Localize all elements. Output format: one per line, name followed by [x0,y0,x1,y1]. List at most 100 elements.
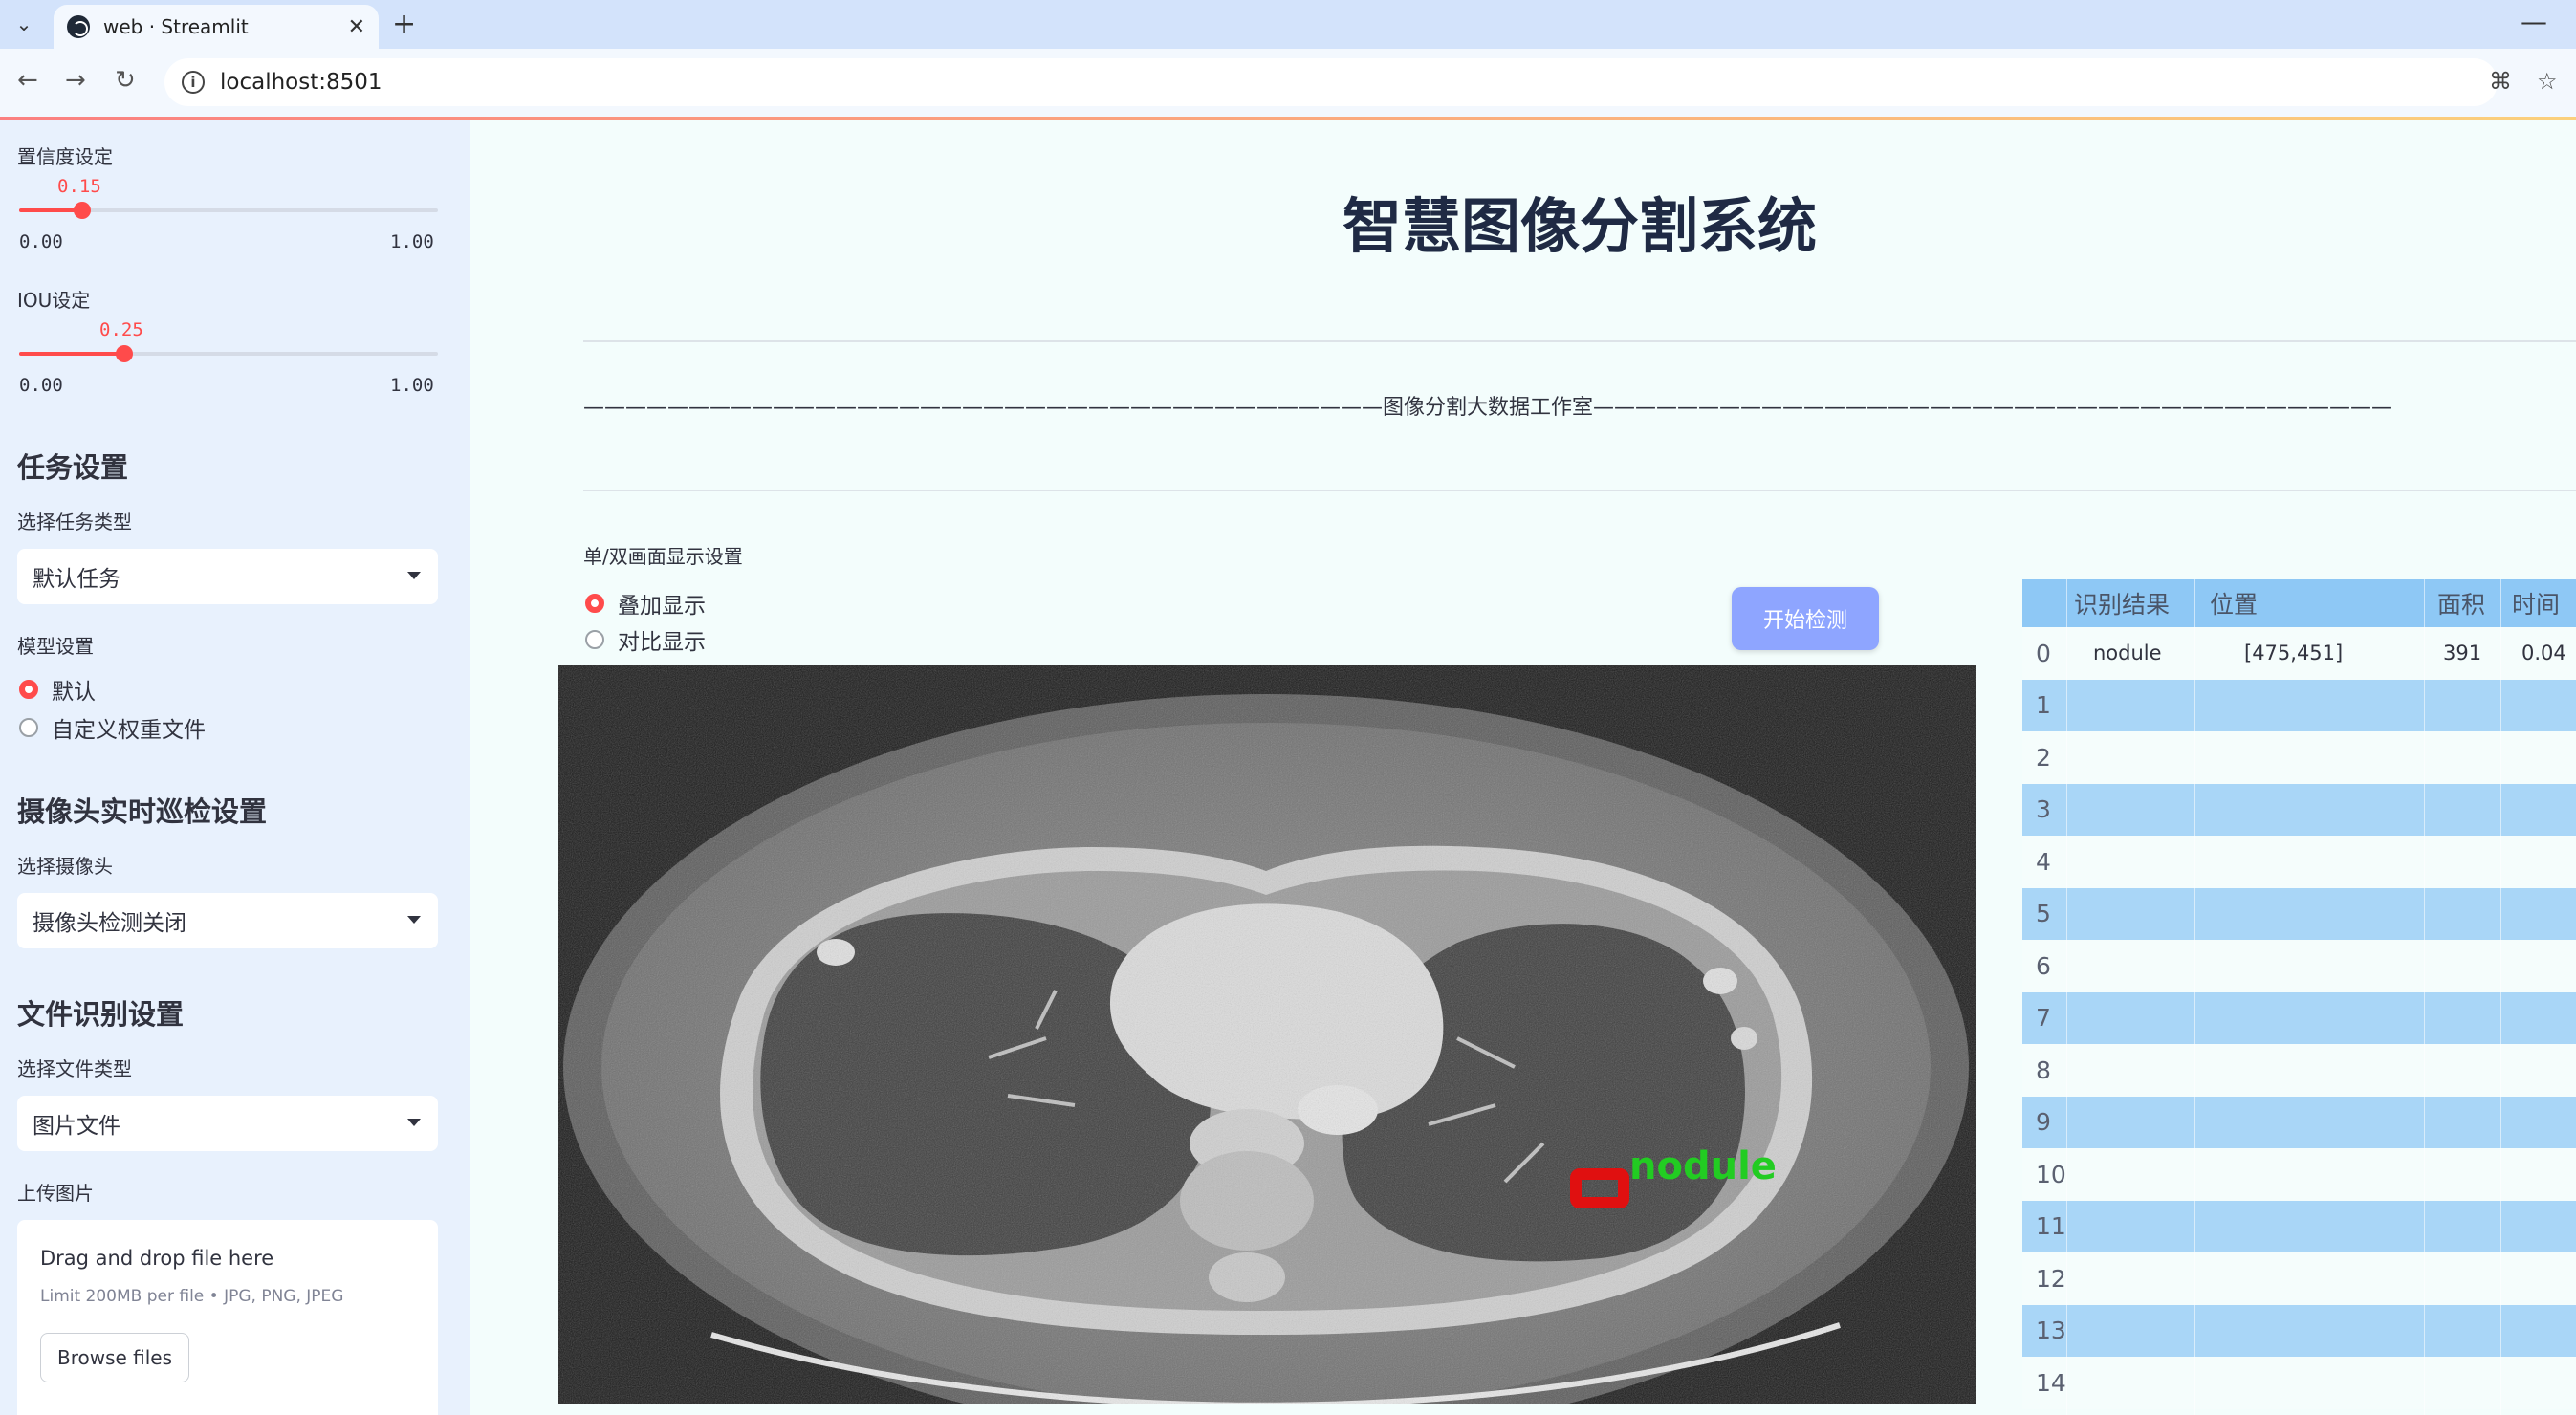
chevron-down-icon [407,916,421,924]
confidence-slider[interactable] [19,202,438,219]
row-index: 2 [2036,743,2051,772]
start-detection-button[interactable]: 开始检测 [1732,587,1879,650]
row-index: 8 [2036,1056,2051,1084]
table-row[interactable]: 14 [2022,1357,2576,1409]
table-row[interactable]: 7 [2022,991,2576,1044]
display-mode-label: 单/双画面显示设置 [583,545,743,568]
new-tab-icon[interactable]: + [392,8,416,41]
display-option-compare[interactable]: 对比显示 [585,623,706,656]
row-index: 7 [2036,1004,2051,1033]
minimize-window-icon[interactable]: — [2521,6,2547,37]
iou-slider-fill [19,352,124,356]
iou-value: 0.25 [99,319,143,340]
camera-select[interactable]: 摄像头检测关闭 [17,893,438,948]
column-header-area[interactable]: 面积 [2437,579,2485,627]
confidence-value: 0.15 [57,176,101,197]
confidence-max: 1.00 [390,231,434,252]
site-info-icon[interactable]: i [182,71,205,94]
confidence-min: 0.00 [19,231,63,252]
drag-drop-text: Drag and drop file here [40,1247,274,1270]
translate-icon[interactable]: ⌘ [2489,68,2512,95]
camera-select-label: 选择摄像头 [17,855,113,878]
file-type-label: 选择文件类型 [17,1057,132,1080]
model-option-default[interactable]: 默认 [19,673,96,706]
upload-limit-text: Limit 200MB per file • JPG, PNG, JPEG [40,1287,344,1306]
file-type-value: 图片文件 [33,1114,120,1139]
row-index: 12 [2036,1264,2066,1293]
iou-slider[interactable] [19,345,438,362]
table-row[interactable]: 4 [2022,836,2576,888]
table-row[interactable]: 2 [2022,731,2576,784]
row-index: 4 [2036,847,2051,876]
confidence-label: 置信度设定 [17,145,113,168]
model-settings-label: 模型设置 [17,635,94,658]
task-type-value: 默认任务 [33,567,120,592]
table-header-row: 识别结果 位置 面积 时间 [2022,579,2576,627]
ct-scan-image: nodule [558,665,1976,1404]
model-option-custom[interactable]: 自定义权重文件 [19,711,206,744]
bookmark-star-icon[interactable]: ☆ [2537,68,2558,95]
row-index: 5 [2036,900,2051,928]
cell-time: 0.04 [2521,642,2566,665]
back-icon[interactable]: ← [17,66,38,95]
display-option-label: 叠加显示 [618,594,706,619]
cell-result: nodule [2093,642,2162,665]
model-option-label: 默认 [52,680,96,705]
radio-unselected-icon[interactable] [585,630,604,649]
column-divider [2194,579,2195,1415]
table-row[interactable]: 12 [2022,1252,2576,1305]
ct-scan-drawing: nodule [558,665,1976,1404]
browser-tab[interactable]: web · Streamlit ✕ [54,5,379,49]
table-row[interactable]: 0 nodule [475,451] 391 0.04 [2022,627,2576,680]
main-content: 智慧图像分割系统 ———————————————————————————————… [470,120,2576,1415]
display-option-label: 对比显示 [618,630,706,655]
table-row[interactable]: 6 [2022,940,2576,992]
tab-list-dropdown-icon[interactable]: ⌄ [10,10,38,38]
confidence-slider-fill [19,208,82,212]
column-header-position[interactable]: 位置 [2210,579,2258,627]
task-settings-heading: 任务设置 [17,451,129,484]
reload-icon[interactable]: ↻ [115,66,136,95]
sidebar: 置信度设定 0.15 0.00 1.00 IOU设定 0.25 0.00 1.0… [0,120,470,1415]
table-row[interactable]: 3 [2022,783,2576,836]
row-index: 14 [2036,1368,2066,1397]
row-index: 1 [2036,691,2051,720]
column-header-result[interactable]: 识别结果 [2074,579,2170,627]
upload-label: 上传图片 [17,1182,94,1205]
column-header-time[interactable]: 时间 [2512,579,2560,627]
table-row[interactable]: 13 [2022,1304,2576,1357]
table-row[interactable]: 1 [2022,679,2576,731]
confidence-slider-thumb[interactable] [73,202,91,219]
table-row[interactable]: 9 [2022,1096,2576,1148]
close-tab-icon[interactable]: ✕ [348,15,365,39]
table-row[interactable]: 11 [2022,1200,2576,1252]
browse-files-button[interactable]: Browse files [40,1333,189,1382]
streamlit-favicon-icon [67,15,90,38]
file-type-select[interactable]: 图片文件 [17,1096,438,1151]
chevron-down-icon [407,572,421,579]
url-text: localhost:8501 [220,70,382,95]
table-row[interactable]: 8 [2022,1044,2576,1097]
iou-slider-thumb[interactable] [115,345,133,362]
url-field[interactable]: i localhost:8501 [164,58,2498,106]
forward-icon[interactable]: → [65,66,86,95]
display-option-overlay[interactable]: 叠加显示 [585,587,706,620]
tab-title: web · Streamlit [103,15,249,38]
table-row[interactable]: 5 [2022,887,2576,940]
cell-position: [475,451] [2244,642,2344,665]
divider [583,340,2576,342]
studio-banner: ——————————————————————————————————————图像… [583,396,2393,420]
results-table: 识别结果 位置 面积 时间 0 nodule [475,451] 391 0.04 1 2 3… [2022,579,2576,1415]
table-row[interactable]: 10 [2022,1148,2576,1201]
column-divider [2066,579,2067,1415]
radio-selected-icon[interactable] [19,680,38,699]
file-uploader-dropzone[interactable]: Drag and drop file here Limit 200MB per … [17,1220,438,1415]
chevron-down-icon [407,1119,421,1126]
task-type-select[interactable]: 默认任务 [17,549,438,604]
radio-selected-icon[interactable] [585,594,604,613]
radio-unselected-icon[interactable] [19,718,38,737]
column-divider [2500,579,2501,1415]
iou-min: 0.00 [19,375,63,396]
address-bar: ← → ↻ i localhost:8501 ⌘ ☆ [0,49,2576,117]
row-index: 11 [2036,1212,2066,1241]
